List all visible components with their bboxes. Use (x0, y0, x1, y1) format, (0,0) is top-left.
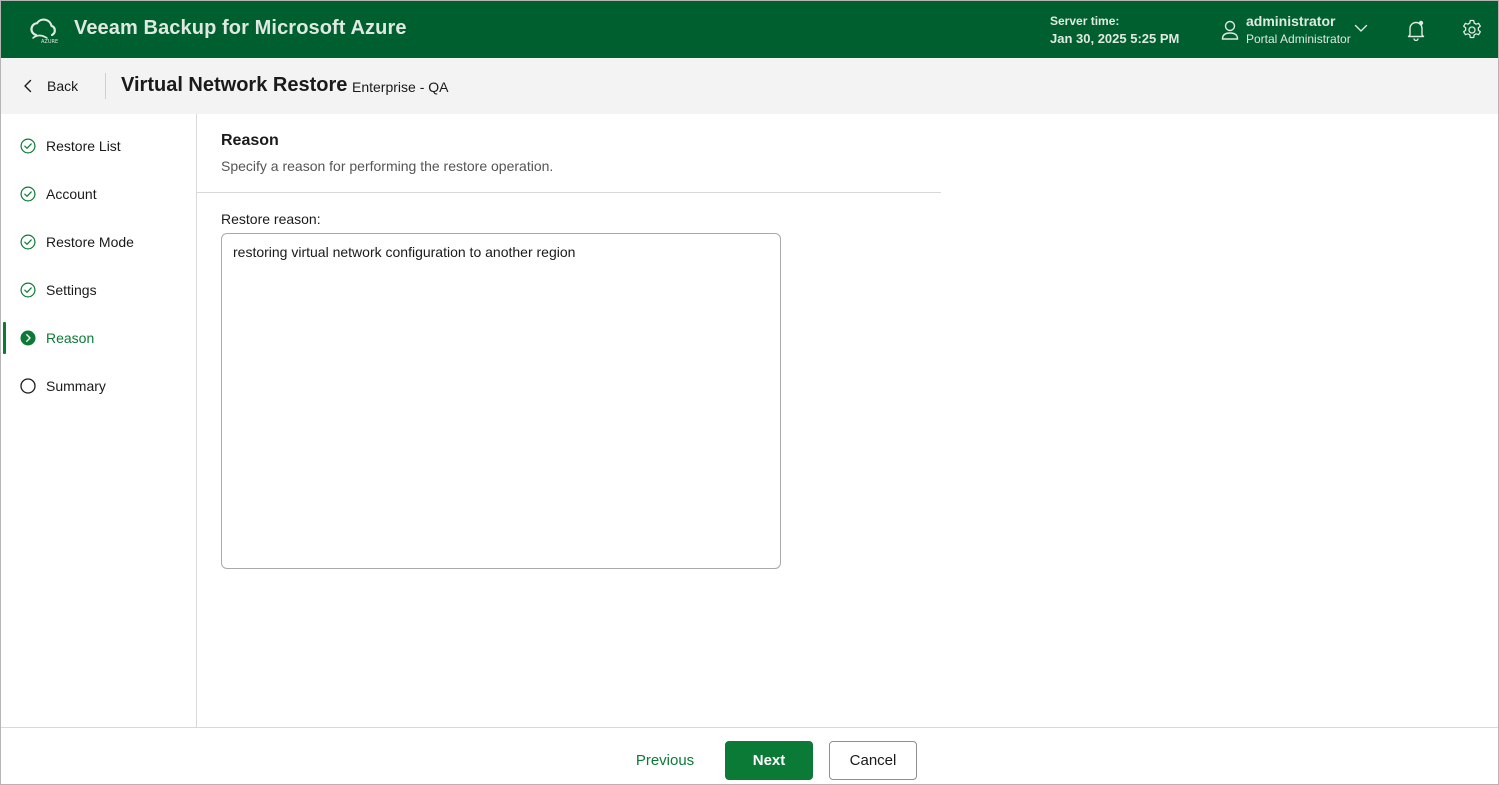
section-title: Reason (221, 132, 279, 149)
wizard-steps: Restore List Account Restore Mode Settin… (1, 114, 197, 727)
cloud-logo-icon: AZURE (30, 18, 58, 45)
page-header: Back Virtual Network Restore Enterprise … (1, 58, 1498, 114)
check-circle-icon (20, 186, 36, 202)
active-step-indicator (3, 322, 6, 354)
chevron-down-icon[interactable] (1354, 23, 1368, 33)
section-description: Specify a reason for performing the rest… (221, 158, 554, 174)
step-restore-mode[interactable]: Restore Mode (1, 225, 196, 259)
server-time-label: Server time: (1050, 14, 1120, 28)
check-circle-icon (20, 282, 36, 298)
user-menu[interactable]: administrator Portal Administrator (1246, 13, 1351, 46)
wizard-footer: Previous Next Cancel (1, 727, 1498, 784)
page-subtitle: Enterprise - QA (352, 79, 449, 95)
previous-button[interactable]: Previous (625, 741, 705, 779)
chevron-left-icon (24, 79, 32, 93)
back-label: Back (47, 78, 79, 94)
step-account[interactable]: Account (1, 177, 196, 211)
app-title: Veeam Backup for Microsoft Azure (74, 17, 407, 39)
user-role: Portal Administrator (1246, 32, 1351, 46)
user-icon[interactable] (1221, 20, 1239, 40)
svg-text:AZURE: AZURE (41, 39, 58, 45)
section-divider (197, 192, 941, 193)
step-label: Account (46, 186, 97, 202)
restore-reason-textarea[interactable]: restoring virtual network configuration … (221, 233, 781, 569)
step-label: Settings (46, 282, 97, 298)
step-restore-list[interactable]: Restore List (1, 129, 196, 163)
step-label: Summary (46, 378, 106, 394)
user-name: administrator (1246, 13, 1336, 29)
restore-reason-label: Restore reason: (221, 211, 321, 227)
step-label: Restore Mode (46, 234, 134, 250)
step-reason[interactable]: Reason (1, 321, 196, 355)
header-divider (105, 73, 106, 99)
step-settings[interactable]: Settings (1, 273, 196, 307)
server-time-value: Jan 30, 2025 5:25 PM (1050, 31, 1180, 46)
check-circle-icon (20, 234, 36, 250)
step-label: Reason (46, 330, 95, 346)
cancel-button[interactable]: Cancel (829, 741, 917, 780)
top-bar: AZURE Veeam Backup for Microsoft Azure S… (1, 1, 1498, 58)
next-button[interactable]: Next (725, 741, 813, 780)
server-time: Server time: Jan 30, 2025 5:25 PM (1050, 14, 1179, 46)
page-title: Virtual Network Restore (121, 74, 348, 96)
step-label: Restore List (46, 138, 121, 154)
gear-icon[interactable] (1461, 19, 1483, 41)
app-window: AZURE Veeam Backup for Microsoft Azure S… (0, 0, 1499, 785)
chevron-right-circle-icon (20, 330, 36, 346)
step-summary[interactable]: Summary (1, 369, 196, 403)
back-button[interactable]: Back (23, 75, 78, 97)
bell-icon[interactable] (1406, 19, 1426, 41)
empty-circle-icon (20, 378, 36, 394)
check-circle-icon (20, 138, 36, 154)
